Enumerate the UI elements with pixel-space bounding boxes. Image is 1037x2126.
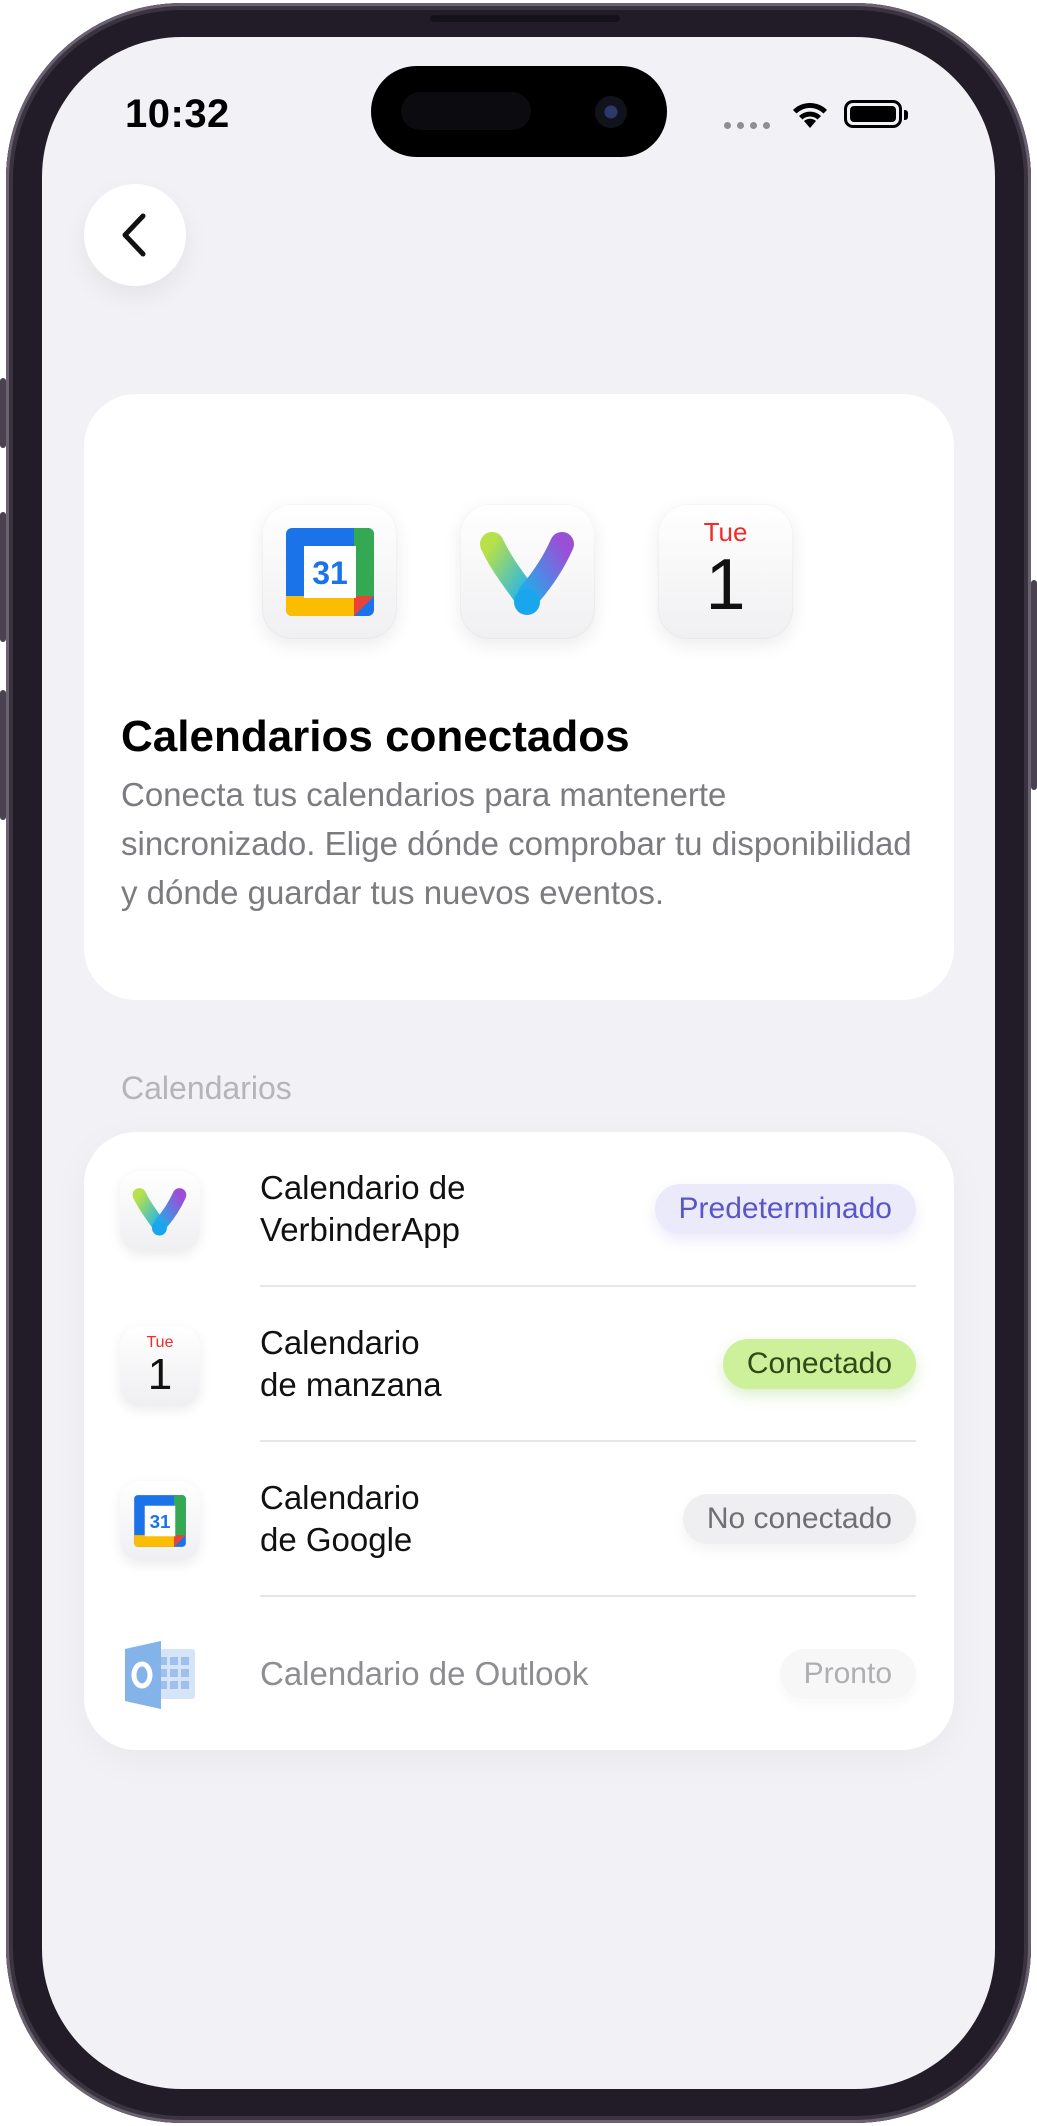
dynamic-island [371,66,667,157]
google-calendar-icon: 31 [262,504,397,639]
status-badge-not-connected: No conectado [682,1494,916,1544]
screen: 10:32 31 Tue 1 Calendarios conectados Co… [42,37,995,2089]
status-badge-connected: Conectado [722,1339,916,1389]
status-icons [722,96,912,136]
calendar-title: Calendario de Outlook [260,1655,589,1692]
wifi-icon [793,102,827,128]
google-calendar-icon: 31 [120,1481,200,1561]
verbinder-app-icon [460,504,595,639]
signal-dots-icon [724,122,770,129]
apple-calendar-icon: Tue 1 [120,1326,200,1406]
calendars-list: Calendario de VerbinderApp Predeterminad… [84,1132,954,1750]
volume-up-button [0,512,6,642]
svg-text:31: 31 [312,555,348,591]
calendar-title: Calendario de VerbinderApp [260,1169,466,1248]
verbinder-app-icon [120,1171,200,1251]
status-badge-default: Predeterminado [654,1184,916,1234]
calendar-row-google[interactable]: 31 Calendario de Google No conectado [84,1442,954,1597]
status-badge-soon: Pronto [779,1649,916,1699]
back-button[interactable] [84,184,186,286]
speaker-grille [430,15,620,22]
section-label-calendars: Calendarios [121,1070,292,1106]
power-button [1031,580,1037,790]
chevron-left-icon [122,213,146,257]
calendar-row-apple[interactable]: Tue 1 Calendario de manzana Conectado [84,1287,954,1442]
page-title: Calendarios conectados [121,712,630,761]
calendar-title: Calendario de manzana [260,1324,442,1403]
outlook-icon [120,1635,200,1715]
volume-down-button [0,690,6,820]
action-button [0,378,6,448]
status-time: 10:32 [125,92,230,136]
calendar-row-verbinder[interactable]: Calendario de VerbinderApp Predeterminad… [84,1132,954,1287]
page-description: Conecta tus calendarios para mantenerte … [121,776,912,911]
battery-icon [844,100,908,128]
connected-calendars-card: 31 Tue 1 Calendarios conectados Conecta … [84,394,954,1000]
apple-calendar-icon: Tue 1 [658,504,793,639]
svg-text:31: 31 [150,1511,171,1532]
camera-icon [595,96,627,128]
calendar-title: Calendario de Google [260,1479,420,1558]
calendar-row-outlook[interactable]: Calendario de Outlook Pronto [84,1597,954,1752]
